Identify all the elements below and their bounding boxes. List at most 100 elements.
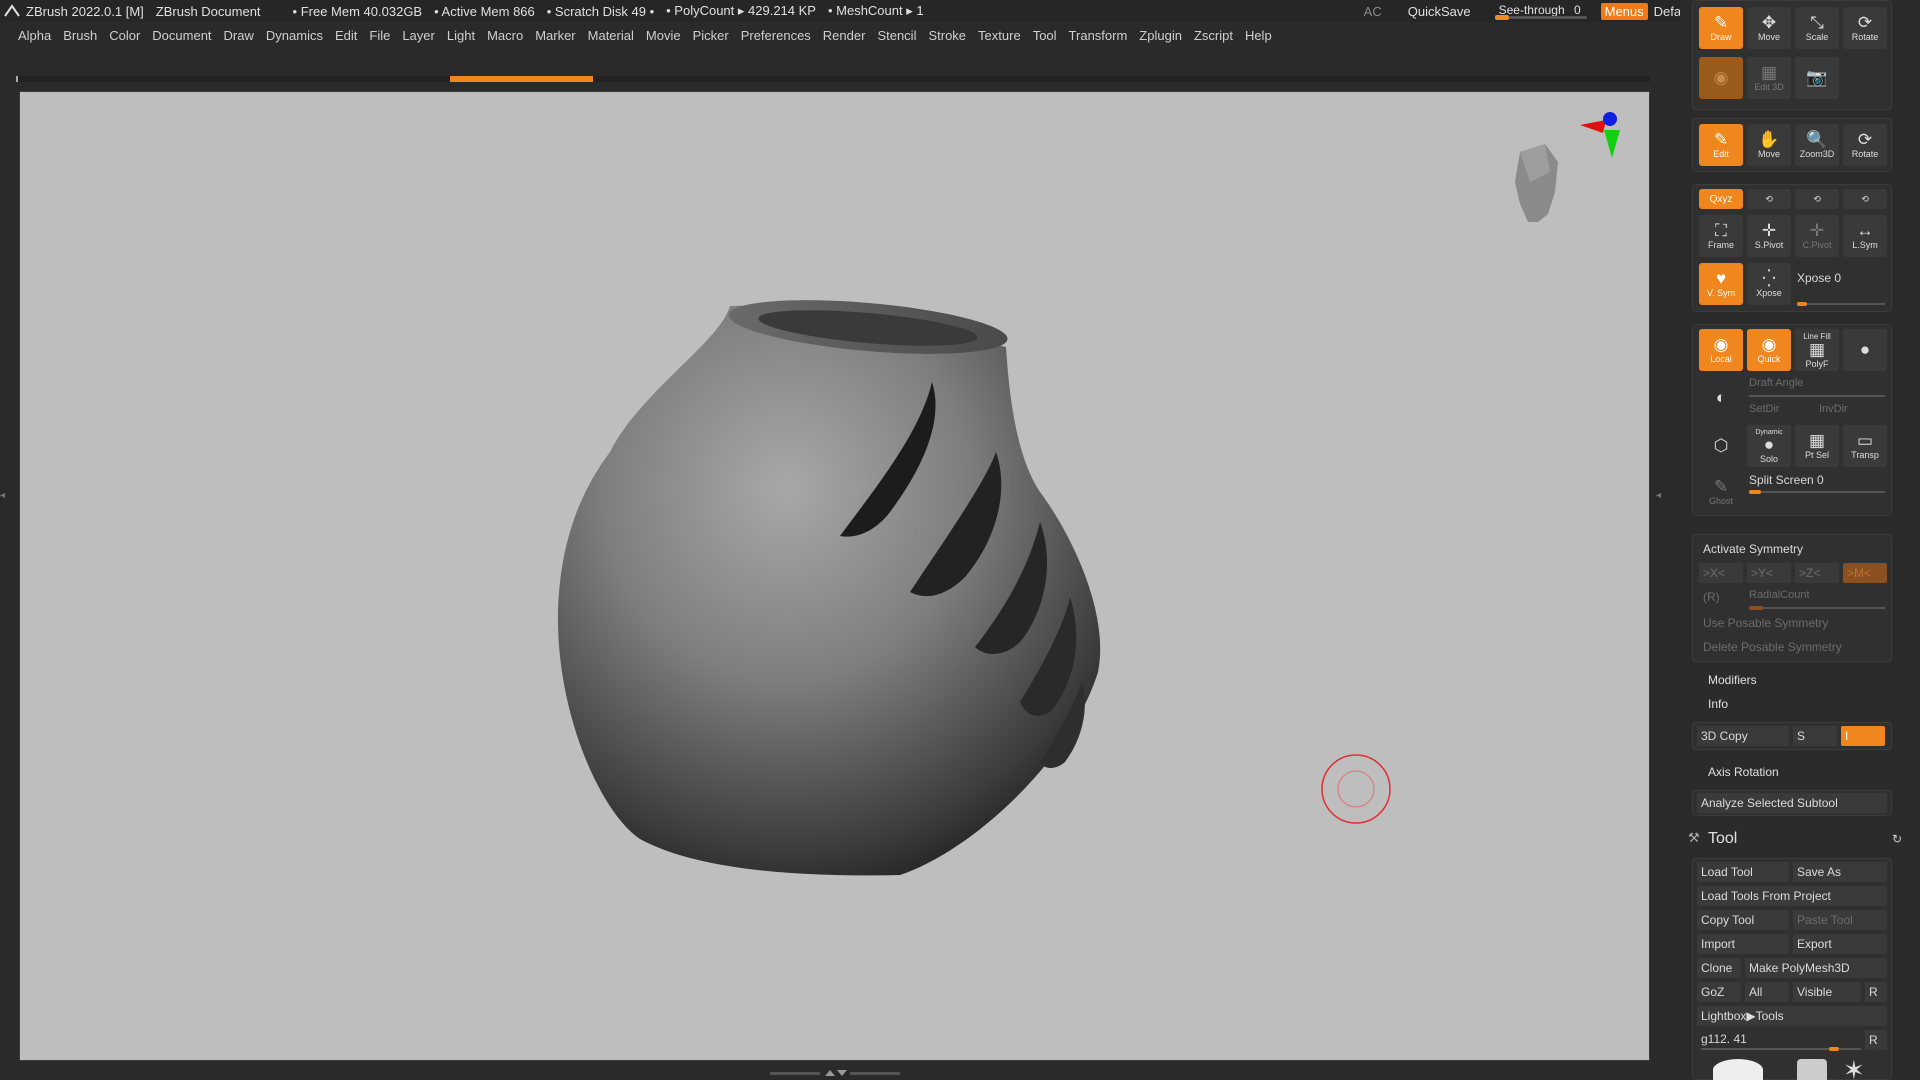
menu-tool[interactable]: Tool — [1027, 28, 1063, 43]
local-button[interactable]: ◉ Local — [1699, 329, 1743, 371]
menu-alpha[interactable]: Alpha — [12, 28, 57, 43]
material-swatch[interactable]: ◉ — [1699, 57, 1743, 99]
ptsel-button[interactable]: ▦ Pt Sel — [1795, 425, 1839, 467]
edit-button[interactable]: ✎ Edit — [1699, 124, 1743, 166]
sym-y-button[interactable]: >Y< — [1747, 563, 1791, 583]
tool-palette-title[interactable]: Tool — [1708, 830, 1737, 848]
radial-r-button[interactable]: (R) — [1699, 587, 1739, 607]
menu-draw[interactable]: Draw — [218, 28, 260, 43]
menu-dynamics[interactable]: Dynamics — [260, 28, 329, 43]
cube-icon[interactable]: ⬡ — [1699, 425, 1743, 467]
lsym-button[interactable]: ↔ L.Sym — [1843, 215, 1887, 257]
move-button[interactable]: ✥ Move — [1747, 7, 1791, 49]
sym-m-button[interactable]: >M< — [1843, 563, 1887, 583]
left-tray-handle[interactable]: ◂ — [0, 490, 10, 610]
quicksave-button[interactable]: QuickSave — [1402, 4, 1477, 19]
info-section[interactable]: Info — [1708, 697, 1728, 711]
bottom-tray-handle[interactable] — [770, 1068, 900, 1078]
rotate-button[interactable]: ⟳ Rotate — [1843, 7, 1887, 49]
move-view-button[interactable]: ✋ Move — [1747, 124, 1791, 166]
tool-thumbnail-vase[interactable] — [1713, 1059, 1763, 1080]
xyz-toggle[interactable]: Qxyz — [1699, 189, 1743, 209]
copy3d-value-field[interactable]: I — [1841, 726, 1885, 746]
polyf-button[interactable]: Line Fill ▦ PolyF — [1795, 329, 1839, 371]
scale-button[interactable]: ⤡ Scale — [1795, 7, 1839, 49]
import-button[interactable]: Import — [1697, 934, 1789, 954]
vsym-button[interactable]: ♥ V. Sym — [1699, 263, 1743, 305]
sym-x-button[interactable]: >X< — [1699, 563, 1743, 583]
goz-r-button[interactable]: R — [1865, 982, 1887, 1002]
zoom3d-button[interactable]: 🔍 Zoom3D — [1795, 124, 1839, 166]
radial-count-slider[interactable]: RadialCount — [1749, 589, 1810, 601]
menu-preferences[interactable]: Preferences — [735, 28, 817, 43]
copy-tool-button[interactable]: Copy Tool — [1697, 910, 1789, 930]
split-screen-slider[interactable]: Split Screen 0 — [1749, 473, 1824, 487]
xpose-slider-label[interactable]: Xpose 0 — [1797, 271, 1841, 285]
delete-posable-symmetry-button[interactable]: Delete Posable Symmetry — [1699, 637, 1887, 657]
goz-all-button[interactable]: All — [1745, 982, 1789, 1002]
menu-movie[interactable]: Movie — [640, 28, 687, 43]
camera-icon[interactable]: 📷 — [1795, 57, 1839, 99]
clone-button[interactable]: Clone — [1697, 958, 1741, 978]
menu-light[interactable]: Light — [441, 28, 481, 43]
copy3d-s-button[interactable]: S — [1793, 726, 1837, 746]
menu-zscript[interactable]: Zscript — [1188, 28, 1239, 43]
draw-button[interactable]: ✎ Draw — [1699, 7, 1743, 49]
cpivot-button[interactable]: ✛ C.Pivot — [1795, 215, 1839, 257]
menu-zplugin[interactable]: Zplugin — [1133, 28, 1188, 43]
y-rotate-icon[interactable]: ⟲ — [1747, 189, 1791, 209]
menu-stencil[interactable]: Stencil — [871, 28, 922, 43]
menu-picker[interactable]: Picker — [687, 28, 735, 43]
ghost-button[interactable]: ✎ Ghost — [1699, 471, 1743, 513]
menu-render[interactable]: Render — [817, 28, 872, 43]
goz-visible-button[interactable]: Visible — [1793, 982, 1861, 1002]
load-tool-button[interactable]: Load Tool — [1697, 862, 1789, 882]
export-button[interactable]: Export — [1793, 934, 1887, 954]
menu-texture[interactable]: Texture — [972, 28, 1027, 43]
menu-marker[interactable]: Marker — [529, 28, 581, 43]
menu-color[interactable]: Color — [103, 28, 146, 43]
xpose-button[interactable]: ⁛ Xpose — [1747, 263, 1791, 305]
draft-toggle-icon[interactable]: ◐ — [1699, 377, 1743, 419]
setdir-button[interactable]: SetDir — [1749, 403, 1780, 415]
make-polymesh3d-button[interactable]: Make PolyMesh3D — [1745, 958, 1887, 978]
goz-button[interactable]: GoZ — [1697, 982, 1741, 1002]
sym-z-button[interactable]: >Z< — [1795, 563, 1839, 583]
menu-stroke[interactable]: Stroke — [922, 28, 972, 43]
tool-r-button[interactable]: R — [1865, 1030, 1887, 1050]
menu-material[interactable]: Material — [582, 28, 640, 43]
document-canvas[interactable] — [19, 91, 1650, 1061]
menu-transform[interactable]: Transform — [1063, 28, 1134, 43]
spivot-button[interactable]: ✛ S.Pivot — [1747, 215, 1791, 257]
load-tools-from-project-button[interactable]: Load Tools From Project — [1697, 886, 1887, 906]
draft-angle-slider[interactable]: Draft Angle — [1749, 377, 1803, 389]
save-as-button[interactable]: Save As — [1793, 862, 1887, 882]
quick-button[interactable]: ◉ Quick — [1747, 329, 1791, 371]
tool-palette-reset-icon[interactable]: ↻ — [1892, 832, 1902, 846]
menu-macro[interactable]: Macro — [481, 28, 529, 43]
see-through-slider[interactable]: See-through 0 — [1494, 2, 1587, 20]
paste-tool-button[interactable]: Paste Tool — [1793, 910, 1887, 930]
lightbox-tools-button[interactable]: Lightbox▶Tools — [1697, 1006, 1887, 1026]
right-tray-handle[interactable]: ◂ — [1656, 490, 1666, 610]
invdir-button[interactable]: InvDir — [1819, 403, 1848, 415]
x-rotate-icon[interactable]: ⟲ — [1843, 189, 1887, 209]
menu-edit[interactable]: Edit — [329, 28, 363, 43]
tool-thumbnail-star-icon[interactable]: ✶ — [1843, 1055, 1865, 1080]
transp-button[interactable]: ▭ Transp — [1843, 425, 1887, 467]
use-posable-symmetry-button[interactable]: Use Posable Symmetry — [1699, 613, 1887, 633]
solo-button[interactable]: Dynamic ● Solo — [1747, 425, 1791, 467]
frame-button[interactable]: ⛶ Frame — [1699, 215, 1743, 257]
analyze-subtool-button[interactable]: Analyze Selected Subtool — [1697, 793, 1887, 813]
copy3d-button[interactable]: 3D Copy — [1697, 726, 1789, 746]
edit3d-button[interactable]: ▦ Edit 3D — [1747, 57, 1791, 99]
menus-button[interactable]: Menus — [1600, 2, 1648, 20]
axis-rotation-section[interactable]: Axis Rotation — [1708, 765, 1779, 779]
menu-layer[interactable]: Layer — [396, 28, 441, 43]
current-tool-slider[interactable]: g112. 41 — [1701, 1032, 1747, 1046]
modifiers-section[interactable]: Modifiers — [1708, 673, 1757, 687]
tool-thumbnail-cylinder[interactable] — [1797, 1059, 1827, 1080]
z-rotate-icon[interactable]: ⟲ — [1795, 189, 1839, 209]
rotate-view-button[interactable]: ⟳ Rotate — [1843, 124, 1887, 166]
menu-file[interactable]: File — [363, 28, 396, 43]
